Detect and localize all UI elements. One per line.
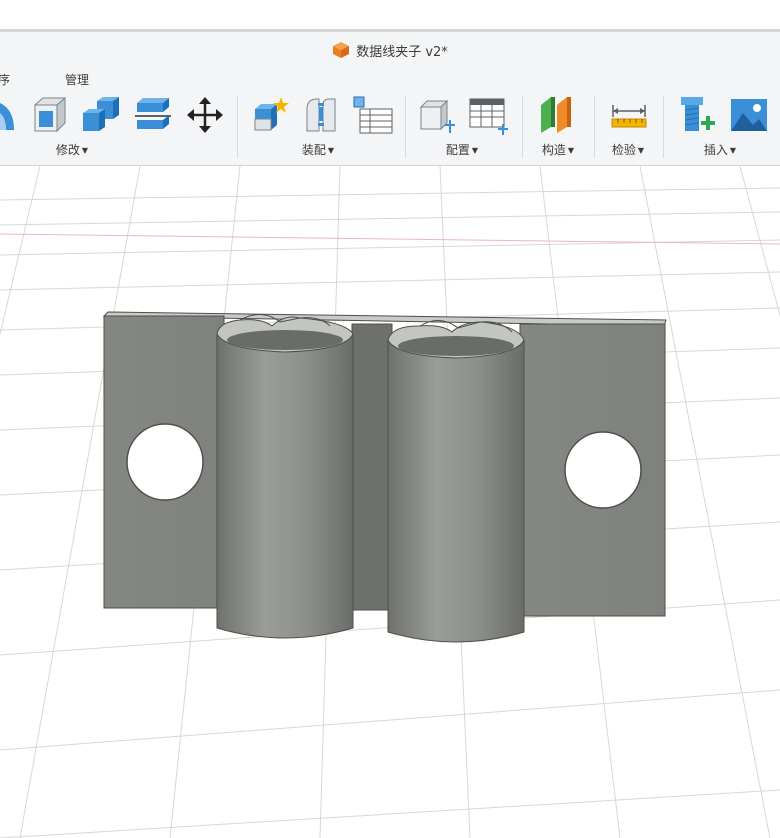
group-divider (663, 96, 664, 158)
move-tool[interactable] (184, 94, 226, 136)
group-divider (405, 96, 406, 158)
tab-manage[interactable]: 管理 (65, 71, 89, 88)
insert-label: 插入 (703, 143, 728, 157)
split-body-tool[interactable] (132, 94, 174, 136)
x-axis-line (0, 233, 780, 245)
measure-icon (611, 105, 647, 128)
mount-hole-right (564, 431, 642, 509)
configure-menu[interactable]: 配置 ▼ (446, 141, 478, 158)
insert-image-icon (731, 99, 767, 131)
document-tab[interactable]: 数据线夹子 v2* (0, 32, 780, 68)
caret-down-icon: ▼ (637, 146, 645, 155)
assemble-group: 装配 ▼ (244, 94, 404, 162)
shell-icon (33, 96, 67, 133)
cable-clip-model[interactable] (102, 311, 667, 643)
modify-group: 修改 ▼ (0, 94, 232, 162)
fillet-icon (0, 103, 14, 130)
modify-menu[interactable]: 修改 ▼ (56, 141, 88, 158)
joint-icon (306, 98, 336, 132)
configuration-table-tool[interactable] (468, 94, 510, 136)
midplane-icon (541, 97, 571, 133)
orange-box-icon (333, 42, 350, 58)
toolbar-ribbon: 数据线夹子 v2* 序 管理 修改 ▼ 装配 ▼ 配置 ▼ 构造 ▼ 检验 ▼ … (0, 32, 780, 166)
measure-tool[interactable] (608, 94, 650, 136)
caret-down-icon: ▼ (327, 146, 335, 155)
inspect-menu[interactable]: 检验 ▼ (612, 141, 644, 158)
insert-group: 插入 ▼ (668, 94, 780, 162)
caret-down-icon: ▼ (729, 146, 737, 155)
insert-bolt-icon (681, 97, 715, 131)
fillet-tool[interactable] (0, 94, 20, 136)
caret-down-icon: ▼ (81, 146, 89, 155)
configure-group: 配置 ▼ (412, 94, 522, 162)
new-component-tool[interactable] (248, 94, 290, 136)
inspect-group: 检验 ▼ (598, 94, 664, 162)
assemble-menu[interactable]: 装配 ▼ (302, 141, 334, 158)
group-divider (522, 96, 523, 158)
caret-down-icon: ▼ (567, 146, 575, 155)
3d-viewport[interactable] (0, 166, 780, 838)
insert-image-tool[interactable] (728, 94, 770, 136)
mount-hole-left (126, 423, 204, 501)
configure-icon (419, 99, 455, 133)
group-divider (237, 96, 238, 158)
workspace-tabs: 序 管理 (0, 68, 780, 90)
move-icon (187, 97, 223, 133)
insert-menu[interactable]: 插入 ▼ (704, 141, 736, 158)
configuration-table-icon (469, 98, 508, 135)
tab-tools[interactable]: 序 (0, 71, 10, 88)
inspect-label: 检验 (611, 143, 636, 157)
window-top-strip (0, 0, 780, 29)
combine-icon (83, 97, 119, 131)
construct-menu[interactable]: 构造 ▼ (542, 141, 574, 158)
joint-tool[interactable] (300, 94, 342, 136)
assemble-label: 装配 (301, 143, 326, 157)
construct-label: 构造 (541, 143, 566, 157)
document-title: 数据线夹子 v2* (356, 44, 448, 60)
shell-tool[interactable] (28, 94, 70, 136)
caret-down-icon: ▼ (471, 146, 479, 155)
insert-bolt-tool[interactable] (676, 94, 718, 136)
construct-group: 构造 ▼ (526, 94, 592, 162)
configure-tool[interactable] (416, 94, 458, 136)
component-table-icon (353, 96, 393, 134)
group-divider (594, 96, 595, 158)
split-body-icon (135, 98, 171, 129)
component-table-tool[interactable] (352, 94, 394, 136)
midplane-tool[interactable] (534, 94, 576, 136)
configure-label: 配置 (445, 143, 470, 157)
modify-label: 修改 (55, 143, 80, 157)
new-component-icon (254, 97, 289, 131)
combine-tool[interactable] (80, 94, 122, 136)
viewport-scene[interactable] (0, 166, 780, 838)
